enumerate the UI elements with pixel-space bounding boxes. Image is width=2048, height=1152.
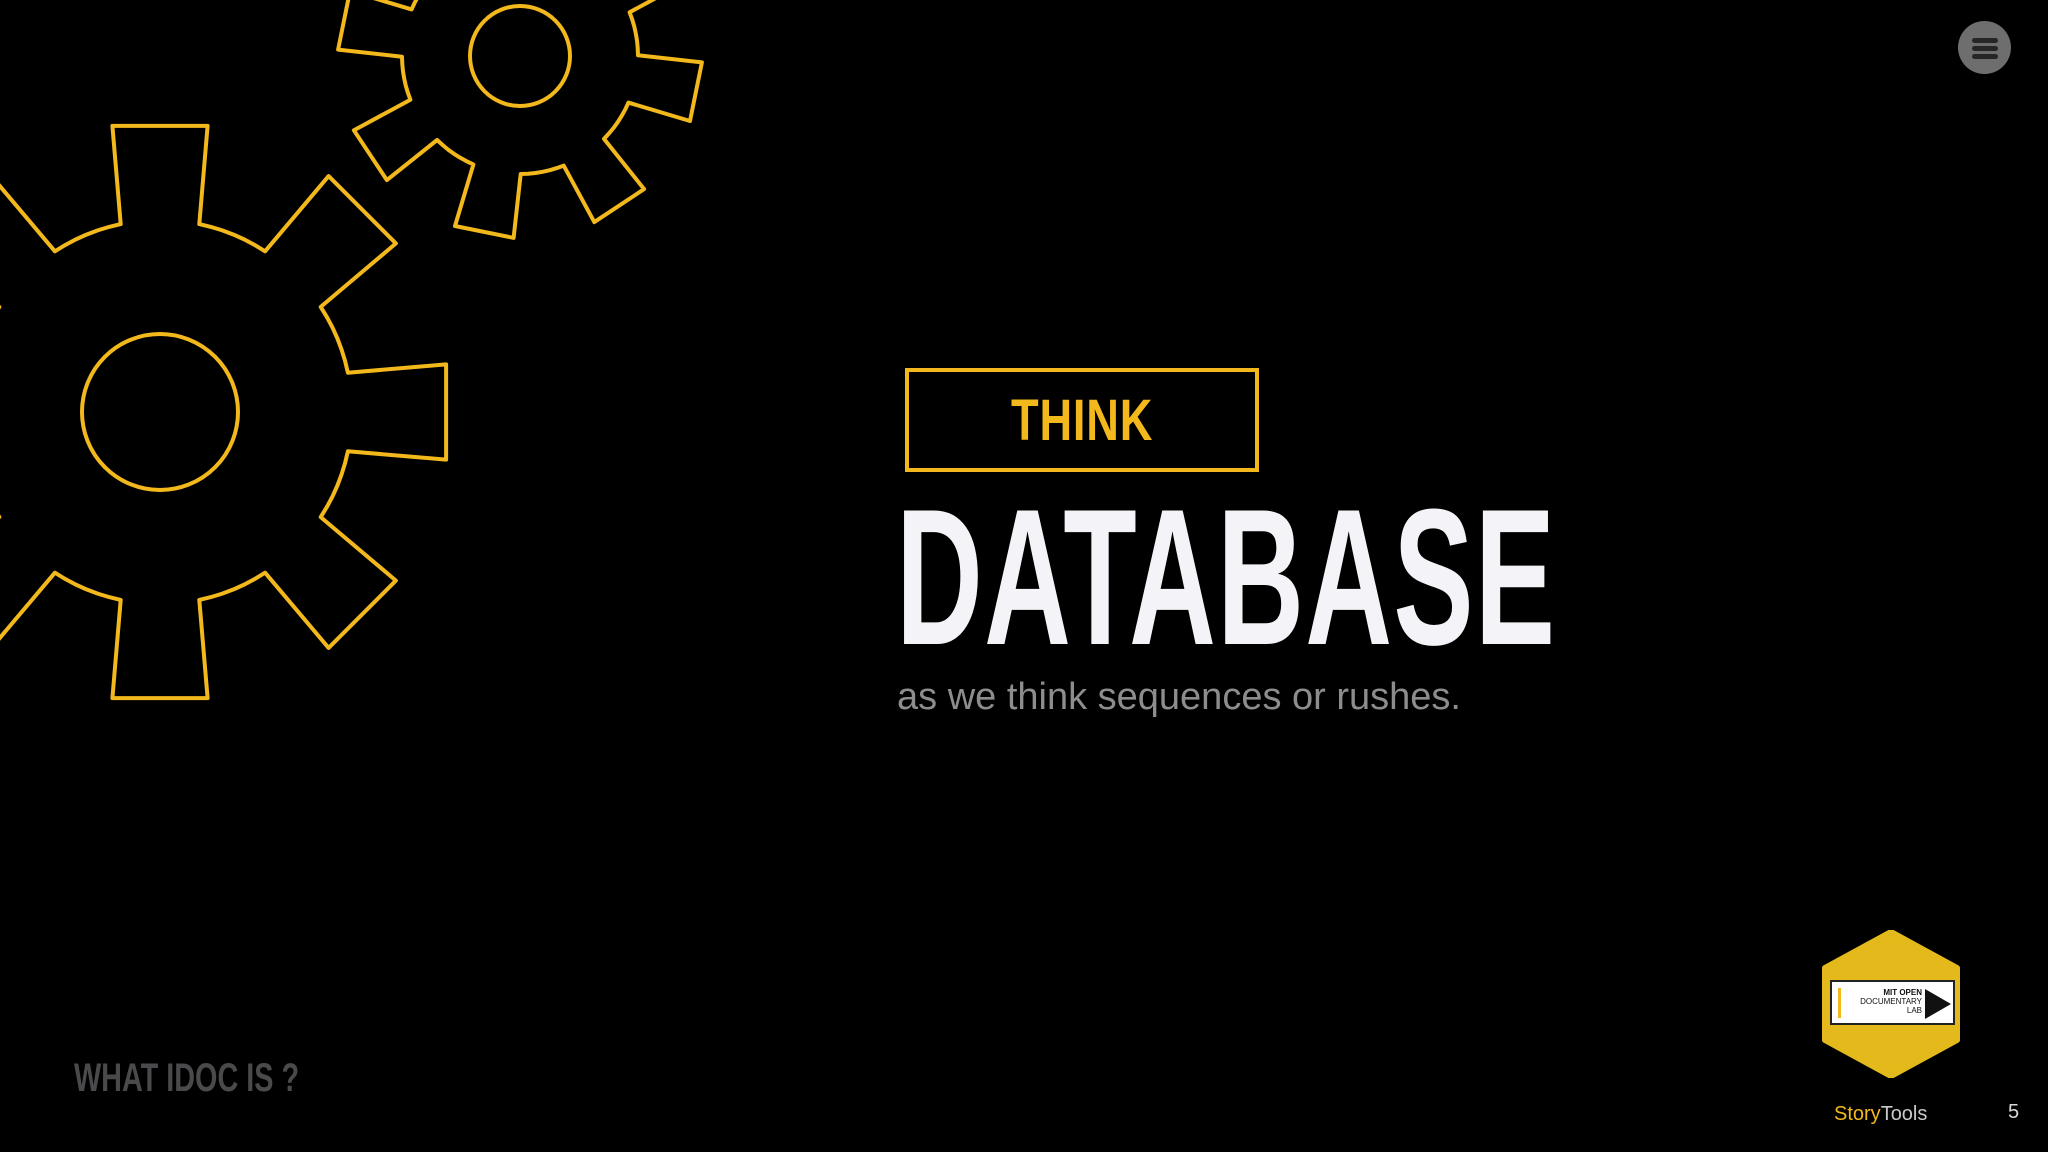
think-label: THINK <box>1010 387 1154 453</box>
play-icon <box>1925 989 1951 1019</box>
gear-icon <box>336 0 704 240</box>
logo-text: MIT OPEN DOCUMENTARY LAB <box>1860 988 1922 1015</box>
think-box: THINK <box>905 368 1259 472</box>
hamburger-menu-icon <box>1971 37 1998 59</box>
subtitle: as we think sequences or rushes. <box>897 676 1461 718</box>
brand-tools: Tools <box>1880 1103 1928 1125</box>
menu-button[interactable] <box>1958 21 2011 74</box>
brand-name: StoryTools <box>1834 1101 1954 1127</box>
slide: THINK DATABASE as we think sequences or … <box>0 0 2048 1152</box>
headline: DATABASE <box>896 469 1557 686</box>
section-label: WHAT IDOC IS ? <box>74 1056 300 1100</box>
page-number: 5 <box>2008 1101 2020 1123</box>
mit-open-documentary-lab-logo[interactable]: MIT OPEN DOCUMENTARY LAB <box>1830 980 1955 1025</box>
brand-story: Story <box>1834 1103 1881 1125</box>
gears-illustration <box>0 0 704 701</box>
gear-icon <box>0 123 449 701</box>
logo-accent-bar <box>1838 988 1841 1018</box>
